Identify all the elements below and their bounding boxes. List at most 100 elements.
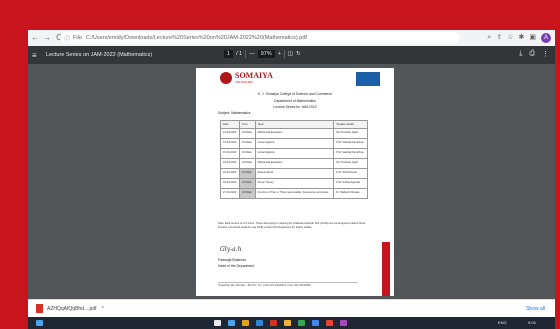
header-cell: Time (238, 120, 256, 129)
table-cell: 10:00am (238, 128, 256, 139)
zoom-in-button[interactable]: + (278, 51, 281, 57)
chevron-up-icon[interactable]: ^ (101, 306, 103, 312)
browser-toolbar: ← → C ⓘ File C:/Users/emidy/Downloads/Le… (28, 30, 555, 46)
table-cell: 10:00am (238, 158, 256, 169)
pdf-page: SOMAIYA VIDYAVIHAR K. J. Somaiya College… (196, 68, 394, 296)
star-icon[interactable]: ☆ (507, 32, 513, 44)
page-number-input[interactable]: 1 (224, 50, 234, 58)
fit-page-icon[interactable]: ◫ (288, 51, 293, 57)
table-cell: 26-03-2022 (220, 178, 240, 189)
pdf-actions: ⤓ ⎙ ⋮ (519, 50, 549, 58)
table-row: 15-03-2022 10:00am Linear Algebra Prof. … (220, 148, 368, 159)
table-cell: 10:00am (238, 168, 256, 179)
browser-actions: ⌕ ⇪ ☆ ✱ ▣ A (487, 32, 551, 44)
table-cell: Differential Equations (254, 158, 335, 169)
header-cell: Date (220, 120, 240, 129)
download-icon[interactable]: ⤓ (519, 50, 522, 58)
folder-icon[interactable] (284, 320, 291, 326)
table-cell: Mr. Prashant Jagtri (333, 128, 368, 139)
table-cell: Prof. Shrikrishnah (333, 168, 368, 179)
table-cell: Prof. Sudha Agarwal (333, 178, 368, 189)
clock[interactable]: 9:04 (528, 320, 536, 325)
table-cell: 10:00am (238, 138, 256, 149)
pdf-toolbar: ≡ Lecture Series on JAM-2022 (Mathematic… (28, 46, 555, 64)
chrome-icon[interactable] (298, 320, 305, 326)
download-bar: AZHQqAfQqBhd....pdf ^ Show all (28, 299, 555, 317)
logo-text: SOMAIYA (235, 71, 273, 80)
header-cell: Topic (254, 120, 335, 129)
app-icon-red[interactable] (270, 320, 277, 326)
show-all-link[interactable]: Show all (526, 306, 545, 312)
menu-icon[interactable]: ≡ (32, 51, 42, 60)
back-icon[interactable]: ← (30, 32, 40, 44)
footer-address: Vidyavihar (E), Mumbai - 400 077. Tel: (… (218, 282, 358, 287)
task-view-icon[interactable] (228, 320, 235, 326)
table-cell: 19-03-2022 (220, 158, 240, 169)
table-row: 26-03-2022 10:00am Group Theory Prof. Su… (220, 178, 368, 189)
sidebar-icon[interactable]: ▣ (529, 32, 536, 44)
rotate-icon[interactable]: ↻ (296, 51, 301, 57)
edge-icon[interactable] (256, 320, 263, 326)
app-icon-orange[interactable] (326, 320, 333, 326)
taskbar: ENG 9:04 (28, 317, 555, 329)
pdf-viewer[interactable]: SOMAIYA VIDYAVIHAR K. J. Somaiya College… (28, 64, 555, 299)
file-explorer-icon[interactable] (242, 320, 249, 326)
page-total: / 1 (236, 51, 243, 57)
extensions-icon[interactable]: ✱ (519, 32, 525, 44)
table-cell: Linear Algebra (254, 148, 335, 159)
seal-icon (220, 72, 232, 84)
table-cell: 10:00am (238, 148, 256, 159)
divider (245, 50, 247, 58)
table-cell: 10:00am (238, 178, 256, 189)
profile-avatar[interactable]: A (541, 33, 551, 43)
table-cell: Mr. Prashant Jagtri (333, 158, 368, 169)
table-cell: Prof. Vaishali Kambhoje (333, 148, 368, 159)
table-cell: 10:00am (238, 188, 256, 199)
search-taskbar-icon[interactable] (214, 320, 221, 326)
table-cell: Differential Equations (254, 128, 335, 139)
url-text[interactable]: C:/Users/emidy/Downloads/Lecture%20Serie… (86, 35, 307, 41)
table-header-row: Date Time Topic Speaker details (220, 120, 368, 129)
forward-icon[interactable]: → (42, 32, 52, 44)
table-cell: Linear Algebra (254, 138, 335, 149)
table-row: 20-03-2022 10:00am Real Analysis Prof. S… (220, 168, 368, 179)
screen: ← → C ⓘ File C:/Users/emidy/Downloads/Le… (28, 30, 555, 329)
table-cell: 20-03-2022 (220, 168, 240, 179)
windows-start-icon[interactable] (36, 320, 43, 326)
search-icon[interactable]: ⌕ (487, 32, 491, 44)
language-indicator[interactable]: ENG (498, 320, 507, 325)
schedule-table: Date Time Topic Speaker details 12-03-20… (220, 120, 368, 199)
more-icon[interactable]: ⋮ (542, 50, 549, 58)
somaiya-logo: SOMAIYA VIDYAVIHAR (220, 72, 273, 84)
accreditation-badge (356, 72, 380, 86)
table-row: 12-03-2022 10:00am Differential Equation… (220, 128, 368, 139)
table-cell: 13-03-2022 (220, 138, 240, 149)
table-cell: Function of Two or Three real variable, … (254, 188, 335, 199)
share-icon[interactable]: ⇪ (496, 32, 502, 44)
print-icon[interactable]: ⎙ (529, 50, 535, 58)
table-cell: Group Theory (254, 178, 335, 189)
table-cell: 12-03-2022 (220, 128, 240, 139)
table-cell: Dr. Mahesh Kolwale (333, 188, 368, 199)
table-cell: Real Analysis (254, 168, 335, 179)
series-title: Lecture Series for JAM-2022 (273, 105, 317, 109)
address-bar[interactable]: ⓘ File C:/Users/emidy/Downloads/Lecture%… (60, 32, 460, 44)
decorative-red-bar (382, 242, 390, 296)
table-cell: 27-03-2022 (220, 188, 240, 199)
pdf-file-icon (36, 304, 43, 313)
note-text: Note: Each lecture is of 2 hours. Those … (218, 222, 366, 229)
signatory-title: Head of the Department (218, 264, 255, 268)
app-icon-purple[interactable] (340, 320, 347, 326)
info-icon[interactable]: ⓘ (64, 34, 70, 43)
signature: Gly-a.h (220, 246, 242, 253)
department-name: Department of Mathematics (274, 99, 316, 103)
pdf-title: Lecture Series on JAM-2022 (Mathematics) (46, 52, 153, 58)
zoom-out-button[interactable]: — (249, 51, 255, 57)
subject-line: Subject: Mathematics (218, 111, 251, 115)
table-row: 13-03-2022 10:00am Linear Algebra Prof. … (220, 138, 368, 149)
download-filename[interactable]: AZHQqAfQqBhd....pdf (47, 306, 96, 312)
app-icon-blue[interactable] (312, 320, 319, 326)
zoom-input[interactable]: 97% (257, 50, 275, 58)
table-cell: 15-03-2022 (220, 148, 240, 159)
table-row: 19-03-2022 10:00am Differential Equation… (220, 158, 368, 169)
